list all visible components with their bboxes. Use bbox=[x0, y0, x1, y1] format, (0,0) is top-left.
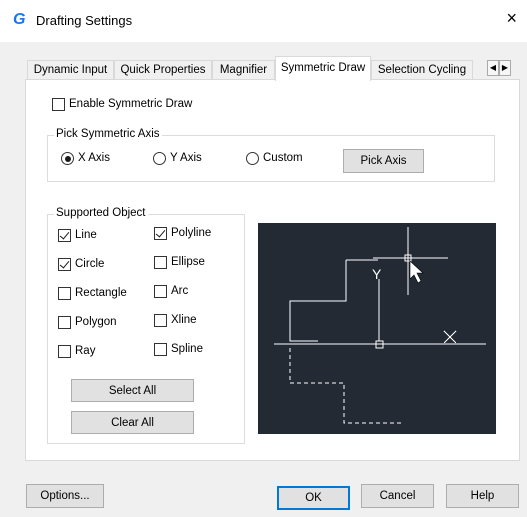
symmetric-draw-preview: Y bbox=[258, 223, 496, 434]
select-all-button[interactable]: Select All bbox=[71, 379, 194, 402]
pick-axis-button[interactable]: Pick Axis bbox=[343, 149, 424, 173]
tab-dynamic-input[interactable]: Dynamic Input bbox=[27, 60, 114, 80]
ellipse-label: Ellipse bbox=[171, 256, 205, 268]
rectangle-label: Rectangle bbox=[75, 287, 127, 299]
close-icon[interactable]: × bbox=[506, 9, 517, 27]
polygon-checkbox[interactable] bbox=[58, 316, 71, 329]
supported-object-group-title: Supported Object bbox=[54, 207, 148, 219]
x-axis-radio[interactable] bbox=[61, 152, 74, 165]
tab-magnifier[interactable]: Magnifier bbox=[212, 60, 275, 80]
ellipse-checkbox[interactable] bbox=[154, 256, 167, 269]
enable-symmetric-draw-label: Enable Symmetric Draw bbox=[69, 98, 193, 110]
arc-checkbox[interactable] bbox=[154, 285, 167, 298]
spline-label: Spline bbox=[171, 343, 203, 355]
polyline-label: Polyline bbox=[171, 227, 212, 239]
circle-label: Circle bbox=[75, 258, 105, 270]
xline-label: Xline bbox=[171, 314, 197, 326]
tab-scroll-right-icon[interactable]: ▶ bbox=[499, 60, 511, 76]
tab-selection-cycling[interactable]: Selection Cycling bbox=[371, 60, 473, 80]
tab-quick-properties[interactable]: Quick Properties bbox=[114, 60, 212, 80]
tab-scroll-left-icon[interactable]: ◀ bbox=[487, 60, 499, 76]
custom-axis-radio[interactable] bbox=[246, 152, 259, 165]
title-bar: G Drafting Settings × bbox=[0, 0, 527, 42]
help-button[interactable]: Help bbox=[446, 484, 519, 508]
spline-checkbox[interactable] bbox=[154, 343, 167, 356]
ok-button[interactable]: OK bbox=[277, 486, 350, 510]
tab-strip: Dynamic Input Quick Properties Magnifier… bbox=[0, 56, 527, 81]
arc-label: Arc bbox=[171, 285, 189, 297]
cancel-button[interactable]: Cancel bbox=[361, 484, 434, 508]
cursor-arrow-icon bbox=[409, 260, 424, 284]
supported-object-group bbox=[47, 214, 245, 444]
y-axis-radio[interactable] bbox=[153, 152, 166, 165]
preview-polyline-mirror bbox=[289, 348, 402, 424]
circle-checkbox[interactable] bbox=[58, 258, 71, 271]
preview-y-label: Y bbox=[372, 266, 382, 282]
ray-checkbox[interactable] bbox=[58, 345, 71, 358]
custom-axis-label: Custom bbox=[263, 152, 303, 164]
polygon-label: Polygon bbox=[75, 316, 117, 328]
xline-checkbox[interactable] bbox=[154, 314, 167, 327]
options-button[interactable]: Options... bbox=[26, 484, 104, 508]
app-logo-icon: G bbox=[13, 11, 26, 28]
x-axis-label: X Axis bbox=[78, 152, 110, 164]
window-title: Drafting Settings bbox=[36, 13, 133, 28]
ray-label: Ray bbox=[75, 345, 96, 357]
clear-all-button[interactable]: Clear All bbox=[71, 411, 194, 434]
line-label: Line bbox=[75, 229, 97, 241]
line-checkbox[interactable] bbox=[58, 229, 71, 242]
preview-polyline-original bbox=[289, 260, 347, 342]
preview-drawing: Y bbox=[274, 227, 486, 424]
rectangle-checkbox[interactable] bbox=[58, 287, 71, 300]
tab-symmetric-draw[interactable]: Symmetric Draw bbox=[275, 56, 371, 81]
enable-symmetric-draw-checkbox[interactable] bbox=[52, 98, 65, 111]
polyline-checkbox[interactable] bbox=[154, 227, 167, 240]
y-axis-label: Y Axis bbox=[170, 152, 202, 164]
pick-axis-group-title: Pick Symmetric Axis bbox=[54, 128, 162, 140]
